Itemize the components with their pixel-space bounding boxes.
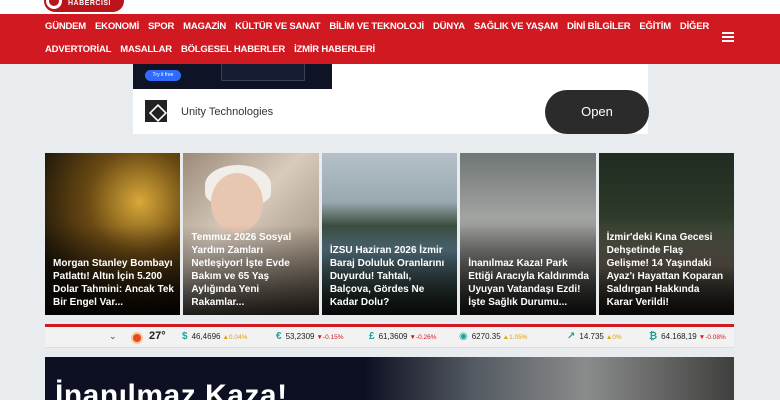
unity-logo-icon	[145, 100, 167, 122]
news-card-title[interactable]: Morgan Stanley Bombayı Patlattı! Altın İ…	[53, 257, 174, 309]
logo-ring-icon	[46, 0, 62, 9]
nav-item[interactable]: SAĞLIK VE YAŞAM	[474, 21, 558, 32]
ticker-change-percent: -0.08%	[705, 334, 726, 341]
news-card[interactable]: İZSU Haziran 2026 İzmir Baraj Doluluk Or…	[321, 153, 458, 315]
nav-item[interactable]: İZMİR HABERLERİ	[294, 44, 375, 55]
ticker-value: 46,4696	[191, 332, 221, 341]
nav-row-1: GÜNDEM EKONOMİ SPOR MAGAZİN KÜLTÜR VE SANAT B…	[45, 21, 709, 32]
ticker-value: 14.735	[579, 332, 604, 341]
hero-image	[365, 357, 734, 400]
currency-icon: ◉	[459, 331, 468, 342]
main-nav: GÜNDEM EKONOMİ SPOR MAGAZİN KÜLTÜR VE SANAT B…	[0, 14, 780, 64]
ad-try-button[interactable]: Try it free	[145, 70, 181, 81]
ticker-item[interactable]: £61,3609 ▼-0.26%	[369, 331, 437, 342]
ticker-value: 61,3609	[378, 332, 408, 341]
ticker-change-percent: -0.26%	[415, 334, 437, 341]
currency-icon: €	[276, 331, 282, 342]
ad-open-button[interactable]: Open	[545, 90, 649, 134]
nav-item[interactable]: MASALLAR	[120, 44, 172, 55]
hero-headline[interactable]: İnanılmaz Kaza!	[45, 357, 734, 400]
news-card-title[interactable]: Temmuz 2026 Sosyal Yardım Zamları Netleş…	[191, 231, 312, 309]
headline-cards: Morgan Stanley Bombayı Patlattı! Altın İ…	[45, 153, 735, 315]
nav-item[interactable]: GÜNDEM	[45, 21, 86, 32]
logo-text: HABERCİSİ	[68, 0, 112, 7]
nav-item[interactable]: DİNİ BİLGİLER	[567, 21, 631, 32]
sun-icon	[133, 334, 141, 342]
news-card-title[interactable]: İnanılmaz Kaza! Park Ettiği Aracıyla Kal…	[468, 257, 589, 309]
ticker-change: ▼-0.08%	[699, 334, 726, 341]
ad-advertiser-name: Unity Technologies	[181, 106, 274, 118]
ticker-item[interactable]: ↗ 14.735 ▲0%	[567, 331, 622, 342]
ticker-change: ▲0%	[606, 334, 622, 341]
currency-icon: $	[182, 331, 188, 342]
news-card[interactable]: Morgan Stanley Bombayı Patlattı! Altın İ…	[45, 153, 181, 315]
ticker-change-percent: -0.15%	[322, 334, 344, 341]
menu-hamburger-icon[interactable]	[722, 32, 734, 42]
ticker-value: 64.168,19	[661, 332, 697, 341]
ticker-value: 53,2309	[285, 332, 315, 341]
nav-item[interactable]: ADVERTORİAL	[45, 44, 111, 55]
market-ticker: ⌄ 27° $46,4696 ▲0.04% €53,2309 ▼-0.15% £61,3…	[45, 324, 734, 348]
top-bar: HABERCİSİ	[0, 0, 780, 14]
nav-item[interactable]: EĞİTİM	[639, 21, 671, 32]
currency-icon: ↗	[567, 331, 576, 342]
ticker-change: ▲1.05%	[503, 334, 528, 341]
site-logo[interactable]: HABERCİSİ	[44, 0, 124, 12]
ad-banner[interactable]: Try it free Unity Technologies Open	[133, 64, 649, 134]
news-card[interactable]: İnanılmaz Kaza! Park Ettiği Aracıyla Kal…	[460, 153, 596, 315]
ticker-change: ▲0.04%	[222, 334, 247, 341]
ticker-item[interactable]: ◉ 6270.35 ▲1.05%	[459, 331, 528, 342]
ticker-change-percent: 0%	[612, 334, 622, 341]
currency-icon: ₿	[649, 331, 658, 342]
nav-item[interactable]: KÜLTÜR VE SANAT	[235, 21, 321, 32]
ticker-item[interactable]: $46,4696 ▲0.04%	[182, 331, 247, 342]
nav-item[interactable]: BİLİM VE TEKNOLOJİ	[329, 21, 424, 32]
ad-preview-image: Try it free	[133, 64, 332, 89]
hero-title[interactable]: İnanılmaz Kaza!	[55, 379, 288, 400]
nav-row-2: ADVERTORİAL MASALLAR BÖLGESEL HABERLER İZMİ…	[45, 44, 375, 55]
nav-item[interactable]: EKONOMİ	[95, 21, 139, 32]
currency-icon: £	[369, 331, 375, 342]
ticker-change: ▼-0.15%	[316, 334, 343, 341]
news-card[interactable]: Temmuz 2026 Sosyal Yardım Zamları Netleş…	[183, 153, 319, 315]
ticker-change-percent: 0.04%	[228, 334, 248, 341]
ad-preview-screen	[221, 64, 305, 81]
nav-item[interactable]: DÜNYA	[433, 21, 465, 32]
chevron-down-icon[interactable]: ⌄	[109, 331, 117, 342]
ticker-item[interactable]: ₿ 64.168,19 ▼-0.08%	[649, 331, 726, 342]
nav-item[interactable]: BÖLGESEL HABERLER	[181, 44, 285, 55]
ticker-change: ▼-0.26%	[409, 334, 436, 341]
ticker-value: 6270.35	[471, 332, 501, 341]
nav-item[interactable]: DİĞER	[680, 21, 709, 32]
news-card[interactable]: İzmir'deki Kına Gecesi Dehşetinde Flaş G…	[598, 153, 735, 315]
nav-item[interactable]: MAGAZİN	[183, 21, 226, 32]
news-card-title[interactable]: İzmir'deki Kına Gecesi Dehşetinde Flaş G…	[607, 231, 728, 309]
ticker-change-percent: 1.05%	[509, 334, 528, 341]
nav-item[interactable]: SPOR	[148, 21, 174, 32]
news-card-title[interactable]: İZSU Haziran 2026 İzmir Baraj Doluluk Or…	[330, 244, 451, 309]
weather-temperature: 27°	[149, 330, 166, 342]
ticker-item[interactable]: €53,2309 ▼-0.15%	[276, 331, 344, 342]
